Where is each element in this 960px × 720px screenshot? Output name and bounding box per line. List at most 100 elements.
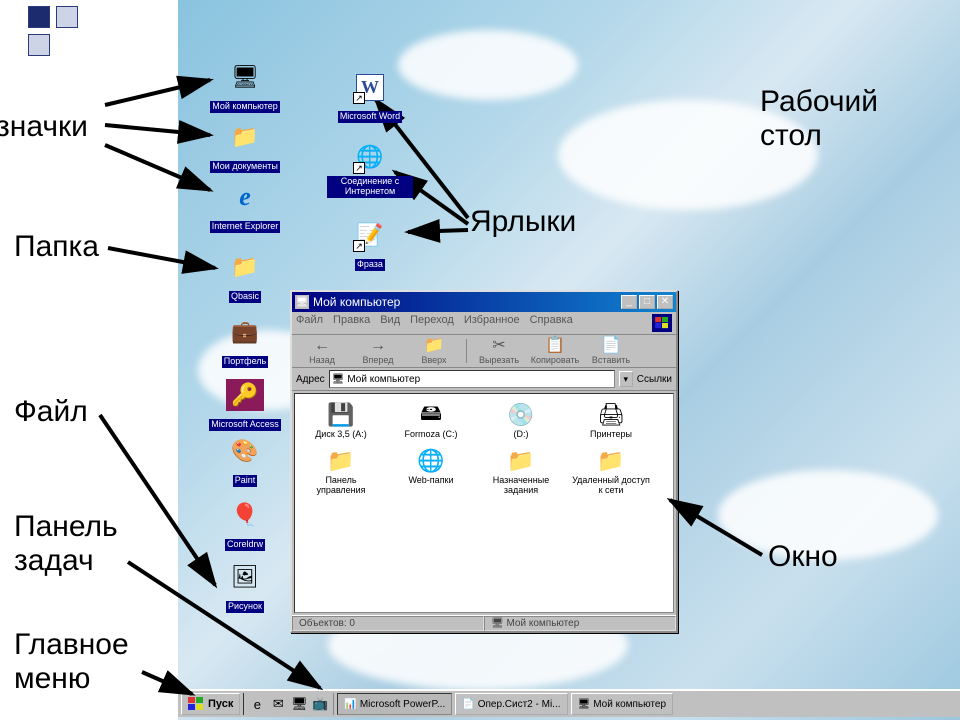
window-brand-icon	[652, 314, 672, 332]
window-icon: 🖥	[295, 295, 309, 309]
toolbar-icon: 📄	[585, 337, 637, 355]
minimize-button[interactable]: _	[621, 295, 637, 309]
desktop-icon-briefcase[interactable]: 💼Портфель	[200, 315, 290, 369]
desktop-icon-access[interactable]: 🔑Microsoft Access	[200, 378, 290, 432]
folder-item[interactable]: 📁Панель управления	[301, 446, 381, 496]
anno-desktop: Рабочий стол	[760, 85, 878, 153]
desktop-icon-label: Фраза	[355, 259, 385, 271]
taskbar-item[interactable]: 📄Опер.Сист2 - Mi...	[455, 693, 567, 715]
desktop-icon-label: Microsoft Word	[338, 111, 402, 123]
windows-flag-icon	[188, 697, 204, 711]
status-left: Объектов: 0	[292, 616, 484, 631]
taskbar-item-icon: 🖥	[578, 699, 591, 710]
quick-launch: e ✉ 🖥 📺	[243, 693, 334, 715]
address-dropdown[interactable]: ▾	[619, 371, 633, 387]
folder-item[interactable]: 💿(D:)	[481, 400, 561, 440]
toolbar-Вверх[interactable]: 📁Вверх	[408, 337, 460, 365]
menu-Избранное[interactable]: Избранное	[464, 314, 520, 332]
desktop-icon-corel[interactable]: 🎈Coreldrw	[200, 498, 290, 552]
folder-item-label: (D:)	[481, 430, 561, 440]
ql-ie-icon[interactable]: e	[247, 694, 267, 714]
folder-item-label: Панель управления	[301, 476, 381, 496]
desktop-icon-picture[interactable]: 🖼 Рисунок	[200, 560, 290, 614]
toolbar-icon: 📁	[408, 337, 460, 355]
folder-item-label: Formoza (C:)	[391, 430, 471, 440]
menu-Справка[interactable]: Справка	[530, 314, 573, 332]
desktop-shortcut-internet-conn[interactable]: 🌐↗Соединение с Интернетом	[325, 140, 415, 199]
window-statusbar: Объектов: 0 🖥 Мой компьютер	[292, 615, 676, 631]
desktop-icon-my-computer[interactable]: 🖥 Мой компьютер	[200, 60, 290, 114]
menu-Вид[interactable]: Вид	[380, 314, 400, 332]
menu-Файл[interactable]: Файл	[296, 314, 323, 332]
internet-conn-icon: 🌐↗	[353, 140, 387, 174]
links-label[interactable]: Ссылки	[637, 374, 672, 385]
desktop-shortcut-word[interactable]: W↗Microsoft Word	[325, 70, 415, 124]
menu-Правка[interactable]: Правка	[333, 314, 370, 332]
taskbar-item-label: Мой компьютер	[593, 699, 666, 710]
desktop-icon-label: Internet Explorer	[210, 221, 281, 233]
window-titlebar[interactable]: 🖥 Мой компьютер _ □ ✕	[292, 292, 676, 312]
toolbar-icon: →	[352, 337, 404, 355]
close-button[interactable]: ✕	[657, 295, 673, 309]
desktop-icon-label: Рисунок	[226, 601, 264, 613]
corel-icon: 🎈	[228, 498, 262, 532]
desktop-icon-label: Microsoft Access	[209, 419, 281, 431]
toolbar-Копировать[interactable]: 📋Копировать	[529, 337, 581, 365]
address-label: Адрес	[296, 374, 325, 385]
ql-desktop-icon[interactable]: 🖥	[289, 694, 309, 714]
toolbar-Назад[interactable]: ←Назад	[296, 337, 348, 365]
anno-window: Окно	[768, 540, 838, 574]
toolbar-label: Копировать	[529, 355, 581, 365]
folder-item[interactable]: 🖴Formoza (C:)	[391, 400, 471, 440]
folder-item-label: Назначенные задания	[481, 476, 561, 496]
toolbar-Вперед[interactable]: →Вперед	[352, 337, 404, 365]
desktop-icon-label: Qbasic	[229, 291, 261, 303]
desktop-icon-paint[interactable]: 🎨Paint	[200, 434, 290, 488]
explorer-window[interactable]: 🖥 Мой компьютер _ □ ✕ Файл Правка Вид Перех…	[290, 290, 678, 633]
window-toolbar: ←Назад→Вперед📁Вверх✂Вырезать📋Копировать📄…	[292, 335, 676, 368]
desktop-icon-my-documents[interactable]: 📁Мои документы	[200, 120, 290, 174]
desktop-icon-label: Мои документы	[210, 161, 280, 173]
start-button[interactable]: Пуск	[181, 693, 240, 715]
anno-shortcuts: Ярлыки	[470, 205, 576, 239]
toolbar-Вырезать[interactable]: ✂Вырезать	[473, 337, 525, 365]
folder-item[interactable]: 💾Диск 3,5 (A:)	[301, 400, 381, 440]
folder-item[interactable]: 📁Удаленный доступ к сети	[571, 446, 651, 496]
anno-folder: Папка	[14, 230, 99, 264]
window-menubar[interactable]: Файл Правка Вид Переход Избранное Справка	[292, 312, 676, 335]
folder-item-label: Удаленный доступ к сети	[571, 476, 651, 496]
taskbar[interactable]: Пуск e ✉ 🖥 📺 📊Microsoft PowerP...📄Опер.С…	[178, 689, 960, 717]
desktop-icon-qbasic[interactable]: 📁Qbasic	[200, 250, 290, 304]
address-combo[interactable]: 🖥 Мой компьютер	[329, 370, 615, 388]
my-computer-icon: 🖥	[228, 60, 262, 94]
desktop-icon-label: Мой компьютер	[210, 101, 280, 113]
folder-item-icon: 💿	[481, 400, 561, 430]
desktop-icon-ie[interactable]: e Internet Explorer	[200, 180, 290, 234]
menu-Переход[interactable]: Переход	[410, 314, 454, 332]
desktop-shortcut-phrase[interactable]: 📝↗ Фраза	[325, 218, 415, 272]
taskbar-item[interactable]: 🖥Мой компьютер	[571, 693, 674, 715]
status-right: 🖥 Мой компьютер	[484, 616, 676, 631]
ql-channels-icon[interactable]: 📺	[310, 694, 330, 714]
window-content: 💾Диск 3,5 (A:)🖴Formoza (C:)💿(D:)🖨Принтер…	[294, 393, 674, 613]
toolbar-label: Вырезать	[473, 355, 525, 365]
folder-item-icon: 🖨	[571, 400, 651, 430]
desktop-icon-label: Paint	[233, 475, 258, 487]
anno-taskbar: Панель задач	[14, 510, 118, 578]
folder-item[interactable]: 🖨Принтеры	[571, 400, 651, 440]
folder-item[interactable]: 📁Назначенные задания	[481, 446, 561, 496]
toolbar-icon: ✂	[473, 337, 525, 355]
taskbar-item-label: Опер.Сист2 - Mi...	[478, 699, 561, 710]
toolbar-label: Вставить	[585, 355, 637, 365]
folder-item[interactable]: 🌐Web-папки	[391, 446, 471, 496]
folder-item-icon: 📁	[571, 446, 651, 476]
ie-icon: e	[228, 180, 262, 214]
taskbar-item[interactable]: 📊Microsoft PowerP...	[337, 693, 452, 715]
maximize-button[interactable]: □	[639, 295, 655, 309]
ql-outlook-icon[interactable]: ✉	[268, 694, 288, 714]
folder-item-label: Web-папки	[391, 476, 471, 486]
anno-mainmenu: Главное меню	[14, 628, 129, 696]
phrase-icon: 📝↗	[353, 218, 387, 252]
picture-icon: 🖼	[228, 560, 262, 594]
toolbar-Вставить[interactable]: 📄Вставить	[585, 337, 637, 365]
